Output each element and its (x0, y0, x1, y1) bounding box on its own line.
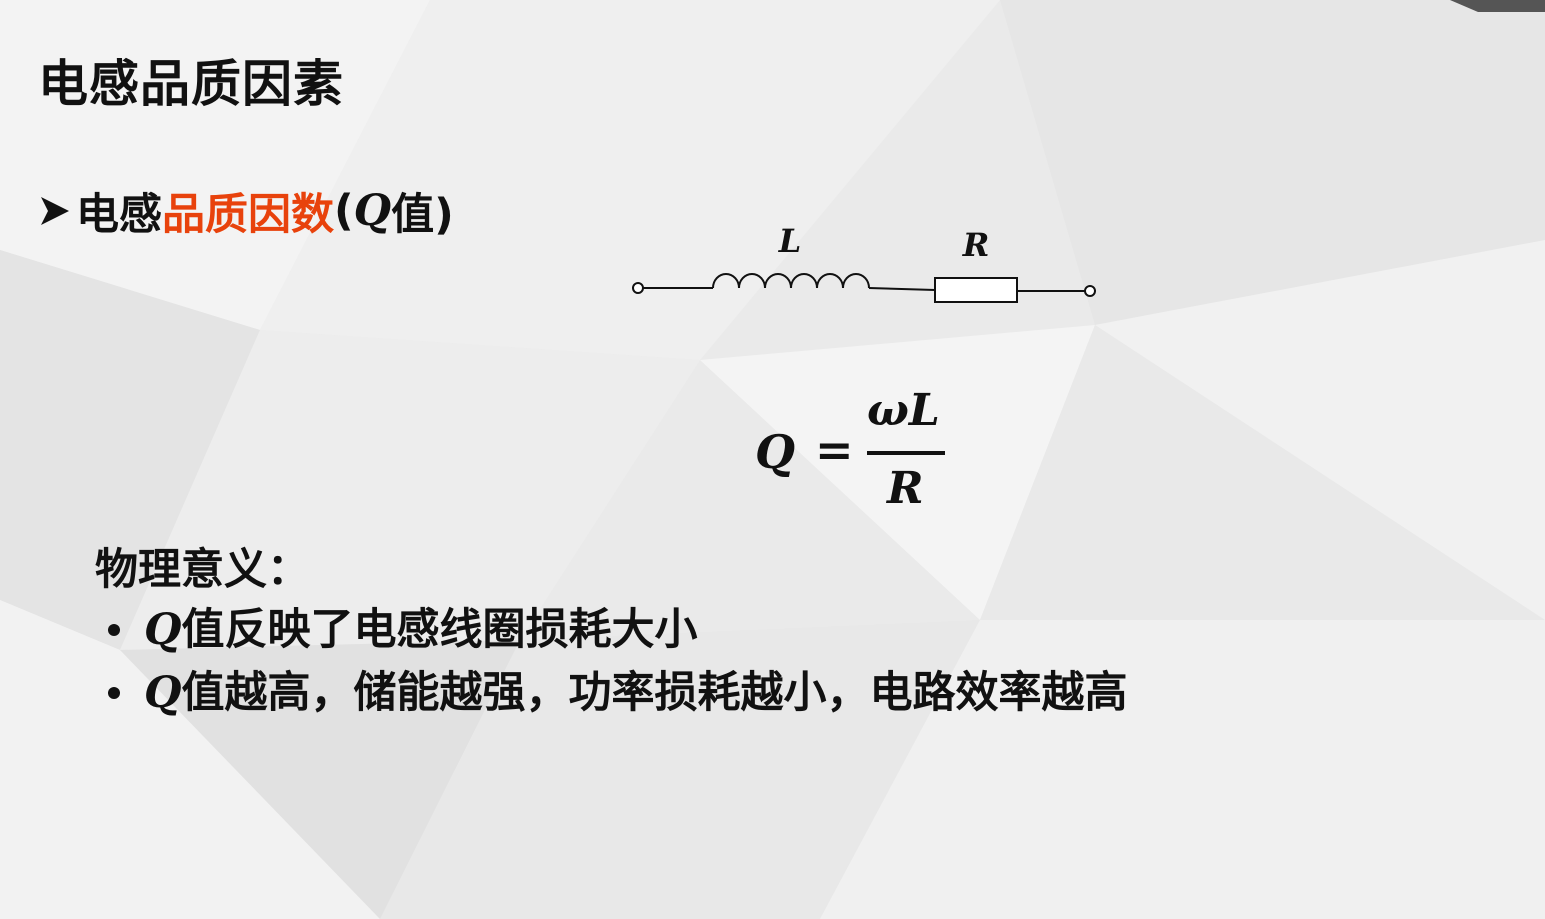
heading-highlight: 品质因数 (162, 190, 334, 240)
meaning-title: 物理意义： (95, 545, 310, 595)
heading-q-symbol: Q (353, 186, 392, 236)
rl-circuit-diagram: L R (632, 222, 1096, 303)
item-text: 值越高，储能越强，功率损耗越小，电路效率越高 (181, 667, 1128, 718)
right-terminal (1084, 285, 1096, 297)
inductor-label: L (778, 222, 802, 260)
heading-open-paren: ( (334, 186, 354, 236)
q-factor-formula: Q = ωL R (755, 385, 965, 520)
item-text: 值反映了电感线圈损耗大小 (181, 604, 698, 655)
list-item: Q 值反映了电感线圈损耗大小 (108, 598, 1127, 661)
resistor-body (934, 277, 1018, 303)
formula-numerator: ωL (867, 385, 940, 436)
inductor-coil (712, 273, 870, 289)
left-terminal (632, 282, 644, 294)
arrow-bullet-icon (41, 197, 69, 225)
heading-prefix: 电感 (76, 190, 162, 240)
formula-denominator: R (887, 463, 924, 514)
formula-lhs: Q (755, 425, 796, 479)
fraction-bar (867, 451, 945, 455)
item-q-symbol: Q (144, 604, 182, 655)
item-q-symbol: Q (144, 667, 182, 718)
list-item: Q 值越高，储能越强，功率损耗越小，电路效率越高 (108, 661, 1127, 724)
heading-suffix: 值) (391, 190, 454, 240)
slide-title: 电感品质因素 (38, 55, 344, 113)
formula-equals: = (815, 423, 854, 477)
resistor-label: R (962, 226, 990, 264)
section-heading: 电感 品质因数(Q 值) (38, 180, 454, 242)
dot-bullet-icon (108, 686, 120, 699)
dot-bullet-icon (108, 623, 120, 636)
meaning-list: Q 值反映了电感线圈损耗大小 Q 值越高，储能越强，功率损耗越小，电路效率越高 (108, 598, 1127, 724)
middle-wire (868, 287, 936, 291)
